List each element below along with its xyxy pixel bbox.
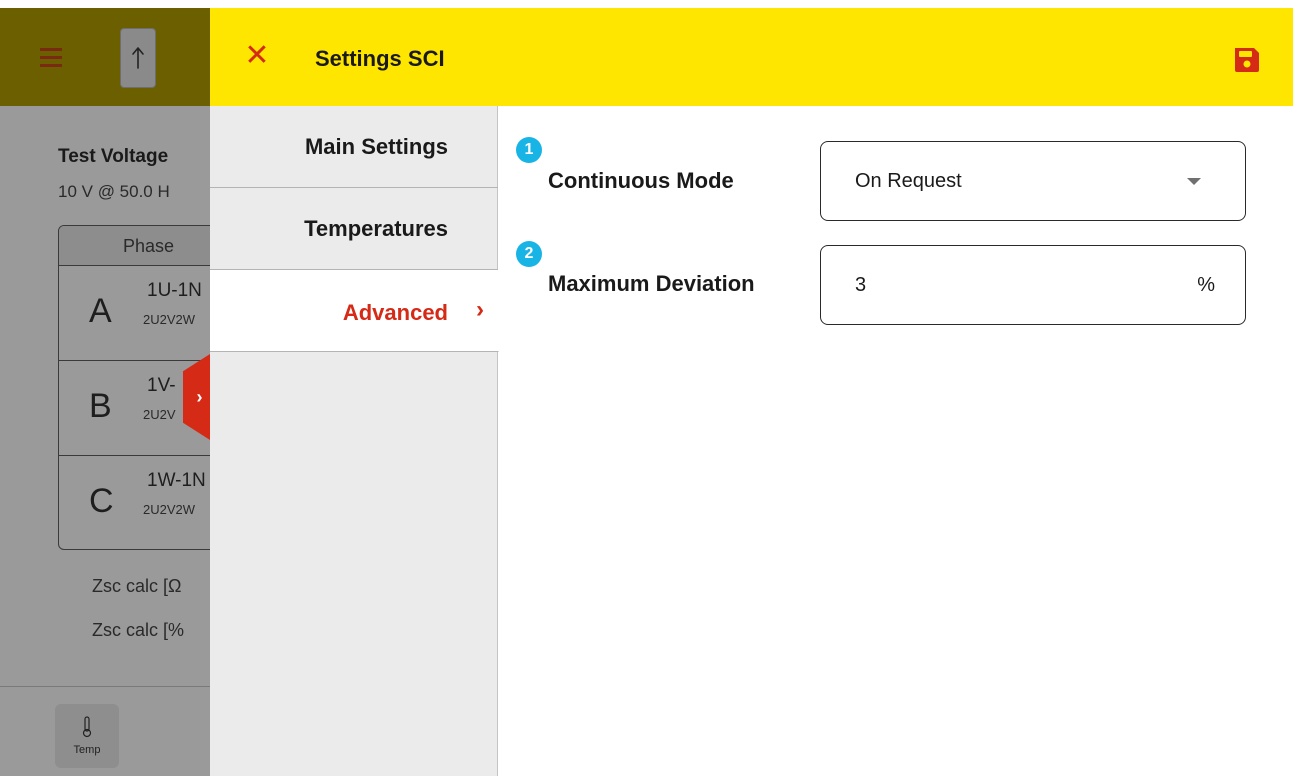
phase-letter: C	[89, 482, 114, 520]
zsc-percent-label: Zsc calc [%	[92, 620, 185, 640]
maximum-deviation-field[interactable]: 3 %	[820, 245, 1246, 325]
maximum-deviation-value: 3	[855, 274, 867, 296]
menu-item-temperatures[interactable]: Temperatures	[210, 188, 498, 270]
continuous-mode-value: On Request	[855, 170, 962, 192]
continuous-mode-label: Continuous Mode	[548, 168, 734, 193]
phase-sub-winding: 2U2V	[143, 407, 176, 422]
phase-sub-winding: 2U2V2W	[143, 312, 196, 327]
phase-winding: 1U-1N	[147, 280, 202, 301]
menu-item-label: Temperatures	[304, 216, 448, 241]
phase-letter: A	[89, 292, 112, 330]
menu-item-advanced[interactable]: Advanced ›	[210, 270, 499, 352]
background-topbar	[0, 8, 210, 106]
phase-header-label: Phase	[123, 236, 175, 256]
step-badge: 2	[516, 241, 542, 267]
continuous-mode-select[interactable]: On Request	[820, 141, 1246, 221]
phase-letter: B	[89, 387, 112, 425]
background-app: Test Voltage 10 V @ 50.0 H Phase A 1U-1N…	[0, 8, 210, 776]
table-row[interactable]: C 1W-1N 2U2V2W	[59, 456, 210, 549]
test-voltage-title: Test Voltage	[58, 146, 169, 167]
chevron-right-icon: ›	[476, 296, 484, 323]
chevron-right-icon: ›	[196, 386, 203, 407]
dropdown-arrow-icon	[1187, 178, 1201, 185]
phase-winding: 1V-	[147, 375, 176, 396]
menu-item-label: Main Settings	[304, 134, 448, 159]
settings-header: ✕ Settings SCI	[210, 8, 1293, 106]
close-button[interactable]: ✕	[244, 39, 270, 72]
export-button[interactable]	[120, 28, 156, 88]
menu-item-main-settings[interactable]: Main Settings	[210, 106, 498, 188]
phase-sub-winding: 2U2V2W	[143, 502, 196, 517]
phase-winding: 1W-1N	[147, 470, 206, 491]
test-voltage-value: 10 V @ 50.0 H	[58, 182, 170, 201]
temp-button[interactable]: Temp	[55, 704, 119, 768]
page-title: Settings SCI	[315, 46, 445, 71]
step-badge: 1	[516, 137, 542, 163]
menu-icon[interactable]	[40, 48, 62, 67]
upload-arrow-icon	[132, 47, 144, 69]
unit-label: %	[1197, 274, 1215, 296]
menu-item-label: Advanced	[342, 300, 448, 325]
temp-button-label: Temp	[73, 744, 101, 756]
save-icon[interactable]	[1231, 44, 1263, 76]
settings-menu: Main Settings Temperatures Advanced ›	[210, 106, 499, 776]
close-icon: ✕	[244, 39, 270, 72]
thermometer-icon	[82, 716, 92, 738]
maximum-deviation-label: Maximum Deviation	[548, 271, 755, 296]
divider	[0, 686, 210, 687]
table-row[interactable]: A 1U-1N 2U2V2W	[59, 266, 210, 361]
phase-table-header: Phase	[59, 226, 210, 266]
zsc-ohm-label: Zsc calc [Ω	[92, 576, 182, 596]
